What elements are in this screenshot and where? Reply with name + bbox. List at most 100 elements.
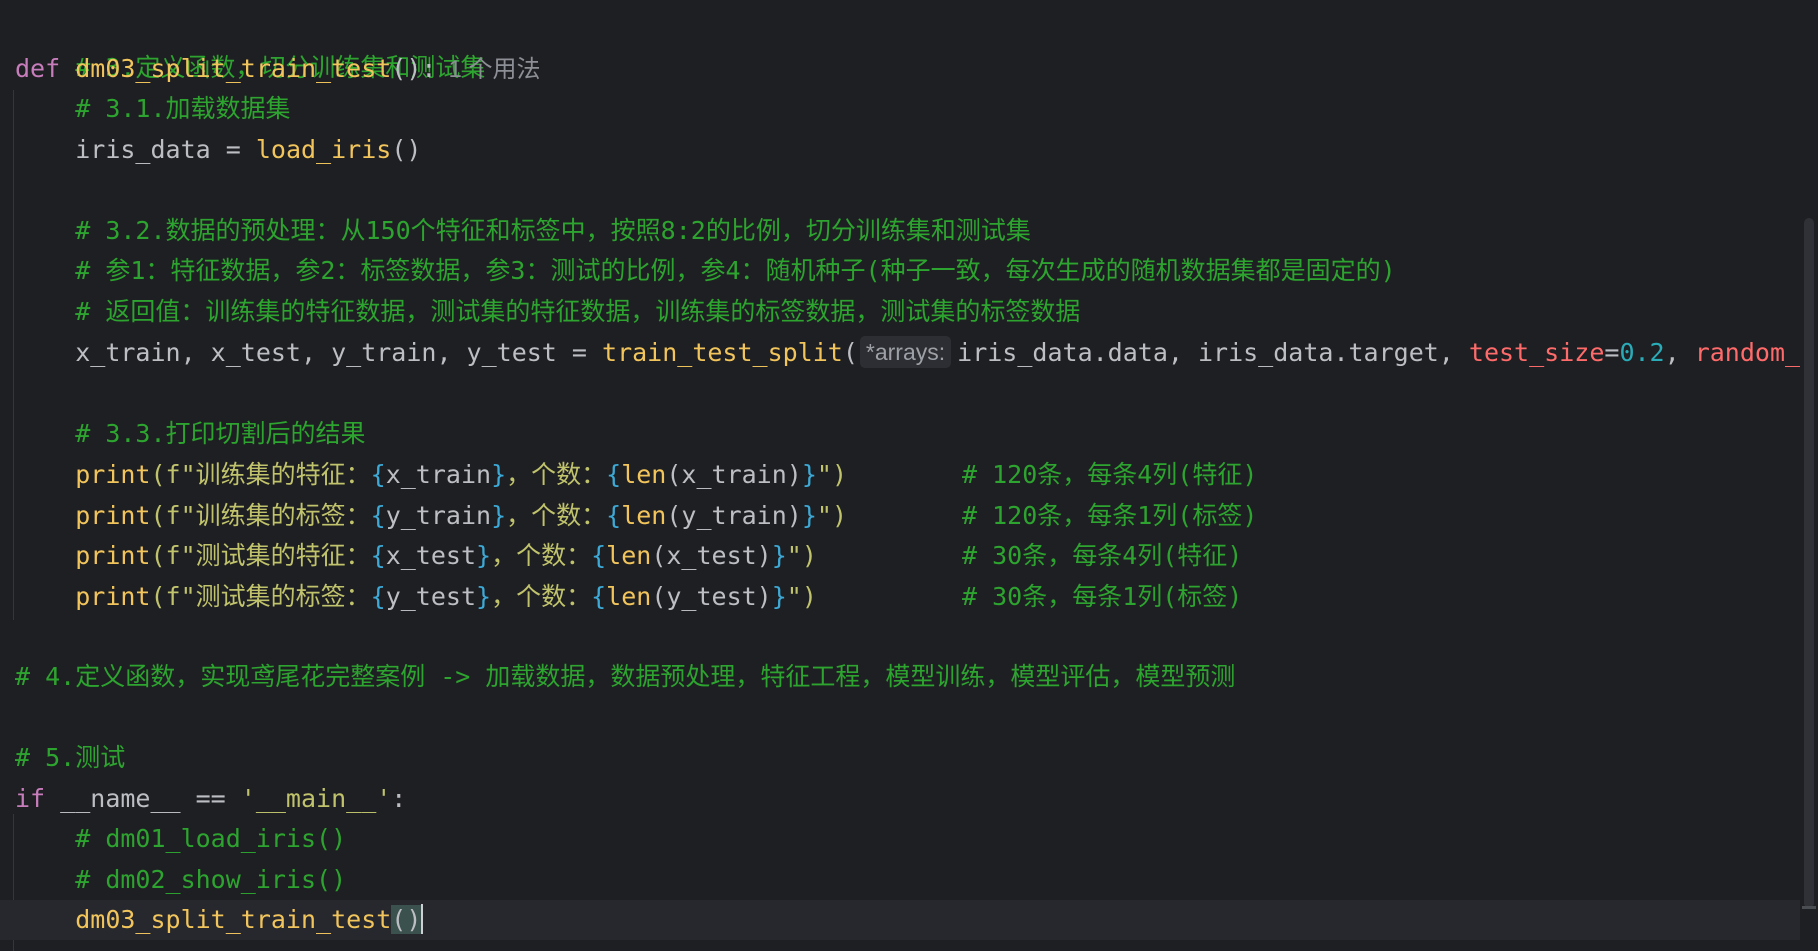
code-line[interactable]: # dm02_show_iris() — [15, 860, 346, 900]
code-line-trailing-comment[interactable]: # 120条，每条4列(特征) — [962, 455, 1257, 495]
keyword-argument: random_s — [1694, 338, 1816, 367]
string-literal: ") — [816, 501, 847, 530]
fstring-expression: (y_test) — [651, 582, 772, 611]
fstring-brace: { — [591, 541, 607, 570]
builtin-print[interactable]: print — [75, 460, 150, 489]
punctuation: = — [1604, 338, 1620, 367]
keyword-def: def — [15, 54, 61, 83]
function-call[interactable]: dm03_split_train_test — [75, 905, 391, 934]
fstring-brace: } — [801, 460, 817, 489]
code-line[interactable]: # 参1：特征数据，参2：标签数据，参3：测试的比例，参4：随机种子(种子一致，… — [15, 251, 1396, 291]
code-line[interactable]: # dm01_load_iris() — [15, 819, 346, 859]
comment: # 参1：特征数据，参2：标签数据，参3：测试的比例，参4：随机种子(种子一致，… — [75, 256, 1396, 285]
fstring-brace: { — [370, 460, 386, 489]
comment: # 4.定义函数，实现鸢尾花完整案例 -> 加载数据，数据预处理，特征工程，模型… — [15, 662, 1236, 691]
code-line[interactable]: # 4.定义函数，实现鸢尾花完整案例 -> 加载数据，数据预处理，特征工程，模型… — [15, 657, 1235, 697]
code-editor[interactable]: # 3.定义函数，切分训练集和测试集 def dm03_split_train_… — [0, 0, 1818, 951]
punctuation: (): — [391, 54, 437, 83]
fstring-brace: } — [476, 541, 492, 570]
code-line[interactable]: # 3.1.加载数据集 — [15, 89, 290, 129]
fstring-brace: { — [606, 460, 622, 489]
comment: # 返回值：训练集的特征数据，测试集的特征数据，训练集的标签数据，测试集的标签数… — [75, 297, 1081, 326]
text-caret — [421, 904, 424, 934]
punctuation: ( — [842, 338, 858, 367]
comment: # 30条，每条4列(特征) — [962, 541, 1243, 570]
builtin-len: len — [606, 582, 652, 611]
code-line[interactable]: x_train, x_test, y_train, y_test = train… — [15, 333, 1815, 373]
function-name[interactable]: dm03_split_train_test — [75, 54, 391, 83]
fstring-expression: (x_test) — [651, 541, 772, 570]
code-line[interactable]: # 3.3.打印切割后的结果 — [15, 414, 365, 454]
fstring-brace: } — [771, 582, 787, 611]
builtin-len: len — [606, 541, 652, 570]
code-line-trailing-comment[interactable]: # 120条，每条1列(标签) — [962, 496, 1257, 536]
fstring-expression: x_test — [385, 541, 477, 570]
parameter-inlay-hint[interactable]: *arrays: — [859, 336, 952, 368]
keyword-argument: test_size — [1468, 338, 1605, 367]
builtin-len: len — [621, 460, 667, 489]
comment: # dm01_load_iris() — [75, 824, 347, 853]
fstring-brace: { — [370, 501, 386, 530]
code-line[interactable]: print(f"测试集的标签：{y_test}，个数：{len(y_test)}… — [15, 577, 817, 617]
string-literal: (f"训练集的标签： — [150, 501, 371, 530]
fstring-expression: y_test — [385, 582, 477, 611]
fstring-expression: x_train — [385, 460, 492, 489]
string-literal: '__main__' — [240, 784, 392, 813]
string-literal: ") — [786, 582, 817, 611]
scrollbar-caret-marker — [1802, 906, 1816, 909]
comment: # 5.测试 — [15, 743, 126, 772]
code-line[interactable]: print(f"测试集的特征：{x_test}，个数：{len(x_test)}… — [15, 536, 817, 576]
punctuation: , — [1664, 338, 1695, 367]
code-line[interactable]: # 返回值：训练集的特征数据，测试集的特征数据，训练集的标签数据，测试集的标签数… — [15, 292, 1080, 332]
string-literal: (f"测试集的特征： — [150, 541, 371, 570]
expression: __name__ == — [45, 784, 241, 813]
punctuation: () — [391, 135, 422, 164]
comment: # 3.2.数据的预处理：从150个特征和标签中，按照8:2的比例，切分训练集和… — [75, 216, 1031, 245]
fstring-brace: } — [491, 460, 507, 489]
vertical-scrollbar[interactable] — [1800, 0, 1818, 951]
fstring-expression: (x_train) — [666, 460, 802, 489]
builtin-len: len — [621, 501, 667, 530]
fstring-brace: { — [370, 582, 386, 611]
function-call[interactable]: load_iris — [256, 135, 391, 164]
function-call[interactable]: train_test_split — [602, 338, 843, 367]
builtin-print[interactable]: print — [75, 541, 150, 570]
arguments: iris_data.data, iris_data.target, — [957, 338, 1469, 367]
indent-guide — [13, 90, 14, 620]
fstring-brace: { — [591, 582, 607, 611]
punctuation: : — [391, 784, 407, 813]
fstring-brace: } — [491, 501, 507, 530]
fstring-brace: { — [606, 501, 622, 530]
code-line[interactable]: print(f"训练集的标签：{y_train}，个数：{len(y_train… — [15, 496, 847, 536]
fstring-expression: (y_train) — [666, 501, 802, 530]
code-line[interactable]: print(f"训练集的特征：{x_train}，个数：{len(x_train… — [15, 455, 847, 495]
builtin-print[interactable]: print — [75, 582, 150, 611]
string-literal: (f"训练集的特征： — [150, 460, 371, 489]
usages-hint[interactable]: 1 个用法 — [448, 56, 540, 83]
keyword-if: if — [15, 784, 46, 813]
current-code-line[interactable]: dm03_split_train_test() — [0, 900, 1810, 940]
comment: # 120条，每条1列(标签) — [962, 501, 1258, 530]
string-literal: ，个数： — [506, 501, 607, 530]
fstring-brace: } — [476, 582, 492, 611]
code-line[interactable]: # 3.定义函数，切分训练集和测试集 — [15, 8, 485, 82]
fstring-brace: } — [801, 501, 817, 530]
matched-parentheses: () — [391, 905, 422, 934]
code-line[interactable]: def dm03_split_train_test(): 1 个用法 — [15, 49, 540, 89]
builtin-print[interactable]: print — [75, 501, 150, 530]
code-line-trailing-comment[interactable]: # 30条，每条4列(特征) — [962, 536, 1242, 576]
string-literal: ，个数： — [506, 460, 607, 489]
variable-assignment: x_train, x_test, y_train, y_test = — [75, 338, 603, 367]
code-line[interactable]: # 3.2.数据的预处理：从150个特征和标签中，按照8:2的比例，切分训练集和… — [15, 211, 1031, 251]
scrollbar-thumb[interactable] — [1804, 218, 1814, 908]
comment: # 120条，每条4列(特征) — [962, 460, 1258, 489]
code-line[interactable]: if __name__ == '__main__': — [15, 779, 406, 819]
string-literal: ，个数： — [491, 582, 592, 611]
string-literal: ") — [816, 460, 847, 489]
number-literal: 0.2 — [1619, 338, 1665, 367]
fstring-expression: y_train — [385, 501, 492, 530]
code-line[interactable]: iris_data = load_iris() — [15, 130, 421, 170]
code-line-trailing-comment[interactable]: # 30条，每条1列(标签) — [962, 577, 1242, 617]
code-line[interactable]: # 5.测试 — [15, 738, 125, 778]
comment: # 30条，每条1列(标签) — [962, 582, 1243, 611]
